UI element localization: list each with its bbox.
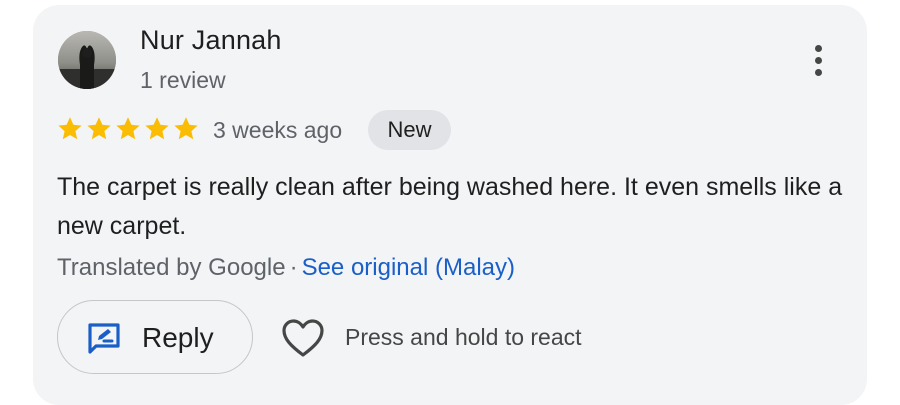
author-name[interactable]: Nur Jannah <box>140 25 282 56</box>
react-hint: Press and hold to react <box>345 324 582 350</box>
star-icon <box>87 117 111 140</box>
reply-edit-icon <box>88 323 120 354</box>
translated-by-label: Translated by Google <box>57 254 286 281</box>
reply-button[interactable]: Reply <box>57 300 253 374</box>
star-icon <box>58 117 82 140</box>
author-avatar[interactable] <box>58 31 116 89</box>
new-badge: New <box>368 110 451 150</box>
separator-dot: · <box>289 254 298 281</box>
star-icon <box>145 117 169 140</box>
review-time: 3 weeks ago <box>213 117 343 143</box>
author-review-count: 1 review <box>140 67 226 93</box>
more-vert-icon-dot <box>814 44 822 52</box>
more-vert-icon-dot <box>814 68 822 76</box>
more-options-button[interactable] <box>802 38 834 82</box>
star-icon <box>174 117 198 140</box>
see-original-link[interactable]: See original (Malay) <box>302 254 515 281</box>
reply-label: Reply <box>142 322 214 353</box>
star-icon <box>116 117 140 140</box>
avatar-image <box>58 31 116 89</box>
translation-line: Translated by Google · See original (Malay… <box>57 254 515 282</box>
star-rating <box>56 115 200 143</box>
heart-outline-icon[interactable] <box>281 318 325 358</box>
review-text: The carpet is really clean after being w… <box>57 173 843 240</box>
more-vert-icon-dot <box>814 56 822 64</box>
